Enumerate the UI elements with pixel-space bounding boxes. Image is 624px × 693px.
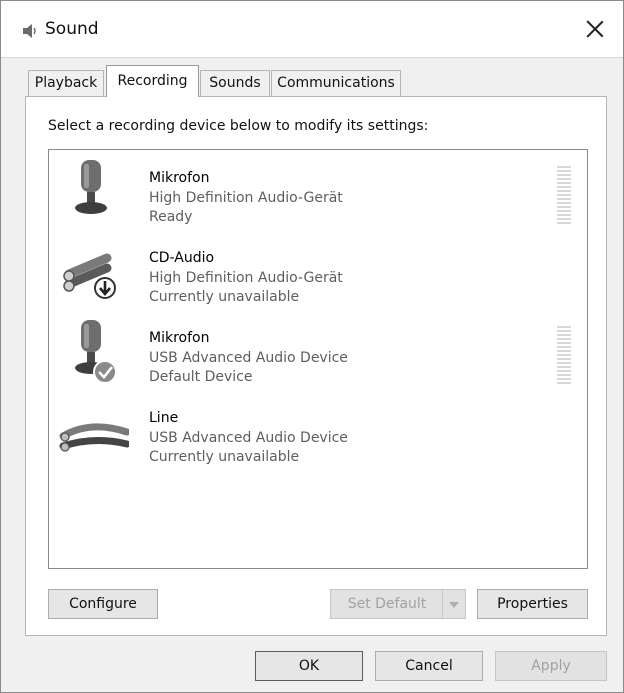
instruction-text: Select a recording device below to modif… <box>48 118 429 134</box>
device-description: High Definition Audio-Gerät <box>149 270 343 286</box>
unplugged-arrow-badge <box>94 277 116 299</box>
close-button[interactable] <box>581 15 609 43</box>
device-status: Currently unavailable <box>149 449 300 465</box>
device-description: USB Advanced Audio Device <box>149 350 348 366</box>
speaker-icon <box>23 24 36 38</box>
device-description: USB Advanced Audio Device <box>149 430 348 446</box>
window-title: Sound <box>45 19 99 39</box>
device-name: Mikrofon <box>149 170 210 186</box>
default-check-badge <box>93 360 117 384</box>
properties-button[interactable]: Properties <box>477 589 588 619</box>
tab-playback[interactable]: Playback <box>28 70 104 96</box>
tab-recording[interactable]: Recording <box>106 65 199 97</box>
device-item[interactable]: Mikrofon High Definition Audio-Gerät Rea… <box>49 156 587 236</box>
title-bar: Sound <box>1 1 623 58</box>
recording-device-list[interactable]: Mikrofon High Definition Audio-Gerät Rea… <box>48 149 588 569</box>
chevron-down-icon[interactable] <box>442 590 465 618</box>
microphone-icon <box>75 320 117 384</box>
device-name: Line <box>149 410 179 426</box>
device-name: Mikrofon <box>149 330 210 346</box>
line-cable-icon <box>59 423 129 452</box>
device-item[interactable]: CD-Audio High Definition Audio-Gerät Cur… <box>49 236 587 316</box>
recording-panel: Select a recording device below to modif… <box>25 96 607 636</box>
sound-dialog: Sound Playback Recording Sounds Communic… <box>0 0 624 693</box>
set-default-button[interactable]: Set Default <box>330 589 466 619</box>
microphone-icon <box>75 160 107 214</box>
ok-button[interactable]: OK <box>255 651 363 681</box>
tab-communications[interactable]: Communications <box>271 70 401 96</box>
device-item[interactable]: Line USB Advanced Audio Device Currently… <box>49 396 587 476</box>
level-meter <box>557 166 571 226</box>
device-status: Currently unavailable <box>149 289 300 305</box>
cancel-button[interactable]: Cancel <box>375 651 483 681</box>
device-status: Ready <box>149 209 193 225</box>
rca-cable-icon <box>63 253 116 299</box>
configure-button[interactable]: Configure <box>48 589 158 619</box>
apply-button[interactable]: Apply <box>495 651 607 681</box>
tab-sounds[interactable]: Sounds <box>200 70 270 96</box>
device-description: High Definition Audio-Gerät <box>149 190 343 206</box>
device-name: CD-Audio <box>149 250 215 266</box>
device-status: Default Device <box>149 369 253 385</box>
level-meter <box>557 326 571 386</box>
device-item[interactable]: Mikrofon USB Advanced Audio Device Defau… <box>49 316 587 396</box>
set-default-label: Set Default <box>347 596 427 612</box>
